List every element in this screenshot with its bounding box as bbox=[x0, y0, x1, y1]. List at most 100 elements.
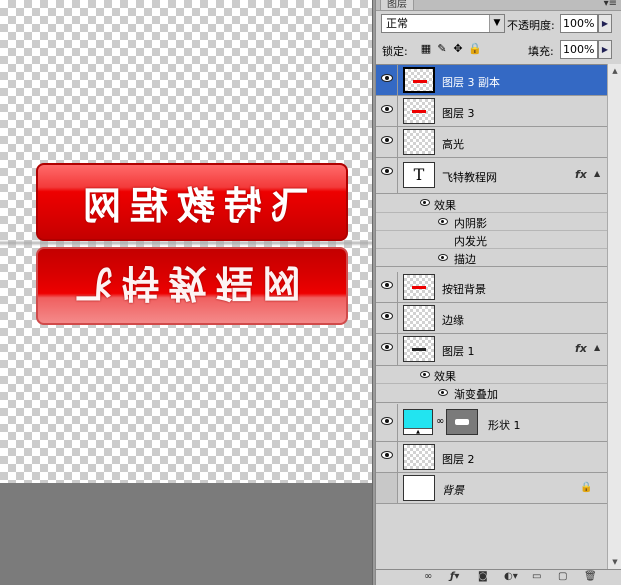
lock-row: 锁定: ▦ ✎ ✥ 🔒 填充: 100% ▶ bbox=[376, 37, 621, 63]
fill-input[interactable]: 100% bbox=[560, 40, 598, 59]
add-style-icon[interactable]: ƒ▾ bbox=[450, 571, 459, 582]
layer-thumbnail bbox=[403, 274, 435, 300]
visibility-toggle[interactable] bbox=[376, 303, 398, 333]
layer-name: 图层 2 bbox=[442, 453, 475, 466]
effect-label: 渐变叠加 bbox=[454, 388, 498, 401]
adjustment-layer-icon[interactable]: ◐▾ bbox=[504, 571, 518, 582]
layer-name: 图层 3 副本 bbox=[442, 76, 500, 89]
visibility-toggle[interactable] bbox=[376, 158, 398, 193]
layer-name: 图层 3 bbox=[442, 107, 475, 120]
effects-label: 效果 bbox=[434, 199, 456, 212]
fill-slider-arrow-icon[interactable]: ▶ bbox=[598, 40, 612, 59]
layers-list: 图层 3 副本 图层 3 高光 T 飞特教程网 fx ▲ 效果 内阴影 内发光 … bbox=[376, 64, 607, 569]
fx-icon[interactable]: fx bbox=[575, 342, 587, 355]
layer-name: 按钮背景 bbox=[442, 283, 486, 296]
layer-name: 高光 bbox=[442, 138, 464, 151]
layer-thumbnail bbox=[403, 98, 435, 124]
fx-icon[interactable]: fx bbox=[575, 168, 587, 181]
collapse-arrow-icon[interactable]: ▲ bbox=[594, 169, 600, 178]
layer-row[interactable]: 高光 bbox=[376, 127, 607, 158]
layer-name: 图层 1 bbox=[442, 345, 475, 358]
lock-transparent-icon[interactable]: ▦ bbox=[420, 43, 432, 55]
opacity-slider-arrow-icon[interactable]: ▶ bbox=[598, 14, 612, 33]
eye-icon bbox=[381, 343, 393, 351]
eye-icon[interactable] bbox=[438, 389, 448, 396]
eye-icon[interactable] bbox=[438, 254, 448, 261]
delete-layer-icon[interactable]: 🗑 bbox=[584, 571, 597, 582]
layer-thumbnail bbox=[403, 305, 435, 331]
scroll-down-icon[interactable]: ▼ bbox=[608, 555, 621, 569]
visibility-toggle[interactable] bbox=[376, 404, 398, 441]
visibility-toggle[interactable] bbox=[376, 334, 398, 365]
effect-row[interactable]: 描边 bbox=[376, 249, 607, 267]
effect-label: 描边 bbox=[454, 253, 476, 266]
layer-row[interactable]: ▲ ∞ 形状 1 bbox=[376, 404, 607, 442]
effect-row[interactable]: 渐变叠加 bbox=[376, 384, 607, 403]
panel-bottom-toolbar: ∞ ƒ▾ ◙ ◐▾ ▭ ▢ 🗑 bbox=[376, 569, 621, 585]
layer-thumbnail bbox=[403, 475, 435, 501]
eye-icon bbox=[381, 281, 393, 289]
lock-move-icon[interactable]: ✥ bbox=[452, 43, 464, 55]
text-layer-thumbnail: T bbox=[403, 162, 435, 188]
panel-menu-icon[interactable]: ▾≡ bbox=[604, 0, 617, 9]
layer-row[interactable]: 背景 🔒 bbox=[376, 473, 607, 504]
layer-name: 背景 bbox=[442, 484, 464, 497]
layer-thumbnail bbox=[403, 129, 435, 155]
opacity-label: 不透明度: bbox=[507, 19, 555, 32]
lock-all-icon[interactable]: 🔒 bbox=[468, 43, 482, 55]
layer-thumbnail bbox=[403, 67, 435, 93]
effect-row[interactable]: 内阴影 bbox=[376, 213, 607, 231]
layer-name: 形状 1 bbox=[488, 419, 521, 432]
link-icon[interactable]: ∞ bbox=[436, 416, 444, 427]
effect-label: 内发光 bbox=[454, 235, 487, 248]
opacity-input[interactable]: 100% bbox=[560, 14, 598, 33]
lock-paint-icon[interactable]: ✎ bbox=[436, 43, 448, 55]
visibility-toggle[interactable] bbox=[376, 127, 398, 157]
eye-icon[interactable] bbox=[438, 218, 448, 225]
layer-name: 飞特教程网 bbox=[442, 171, 497, 184]
eye-icon bbox=[381, 451, 393, 459]
layer-row[interactable]: 图层 1 fx ▲ bbox=[376, 334, 607, 366]
layers-tab[interactable]: 图层 bbox=[380, 0, 414, 10]
effects-group-row[interactable]: 效果 bbox=[376, 366, 607, 384]
layer-row[interactable]: 图层 2 bbox=[376, 442, 607, 473]
effect-row[interactable]: 内发光 bbox=[376, 231, 607, 249]
vector-mask-thumbnail bbox=[446, 409, 478, 435]
eye-icon bbox=[381, 105, 393, 113]
document-canvas[interactable]: 飞特教程网 飞特教程网 bbox=[0, 0, 372, 483]
fill-label: 填充: bbox=[528, 45, 554, 58]
eye-icon bbox=[381, 136, 393, 144]
add-mask-icon[interactable]: ◙ bbox=[478, 571, 488, 582]
layer-row[interactable]: 图层 3 bbox=[376, 96, 607, 127]
red-button-reflection: 飞特教程网 bbox=[36, 247, 348, 325]
link-layers-icon[interactable]: ∞ bbox=[424, 571, 432, 582]
effects-group-row[interactable]: 效果 bbox=[376, 194, 607, 213]
visibility-toggle[interactable] bbox=[376, 473, 398, 503]
layer-row[interactable]: 按钮背景 bbox=[376, 272, 607, 303]
effect-label: 内阴影 bbox=[454, 217, 487, 230]
shape-fill-thumbnail: ▲ bbox=[403, 409, 433, 435]
eye-icon bbox=[381, 312, 393, 320]
button-text: 飞特教程网 bbox=[74, 182, 310, 228]
layer-row[interactable]: 图层 3 副本 bbox=[376, 65, 607, 96]
visibility-toggle[interactable] bbox=[376, 96, 398, 126]
layer-row[interactable]: 边缘 bbox=[376, 303, 607, 334]
chevron-down-icon[interactable]: ▼ bbox=[489, 15, 504, 32]
eye-icon bbox=[381, 417, 393, 425]
blend-row: 正常 ▼ 不透明度: 100% ▶ bbox=[376, 11, 621, 37]
eye-icon bbox=[381, 74, 393, 82]
lock-icons: ▦ ✎ ✥ 🔒 bbox=[420, 43, 482, 55]
layers-scrollbar[interactable]: ▲ ▼ bbox=[607, 64, 621, 569]
visibility-toggle[interactable] bbox=[376, 272, 398, 302]
eye-icon[interactable] bbox=[420, 371, 430, 378]
visibility-toggle[interactable] bbox=[376, 442, 398, 472]
scroll-up-icon[interactable]: ▲ bbox=[608, 64, 621, 78]
new-group-icon[interactable]: ▭ bbox=[532, 571, 541, 582]
collapse-arrow-icon[interactable]: ▲ bbox=[594, 343, 600, 352]
new-layer-icon[interactable]: ▢ bbox=[558, 571, 567, 582]
eye-icon bbox=[381, 167, 393, 175]
layer-row[interactable]: T 飞特教程网 fx ▲ bbox=[376, 158, 607, 194]
eye-icon[interactable] bbox=[420, 199, 430, 206]
visibility-toggle[interactable] bbox=[376, 65, 398, 95]
blend-mode-select[interactable]: 正常 ▼ bbox=[381, 14, 505, 33]
